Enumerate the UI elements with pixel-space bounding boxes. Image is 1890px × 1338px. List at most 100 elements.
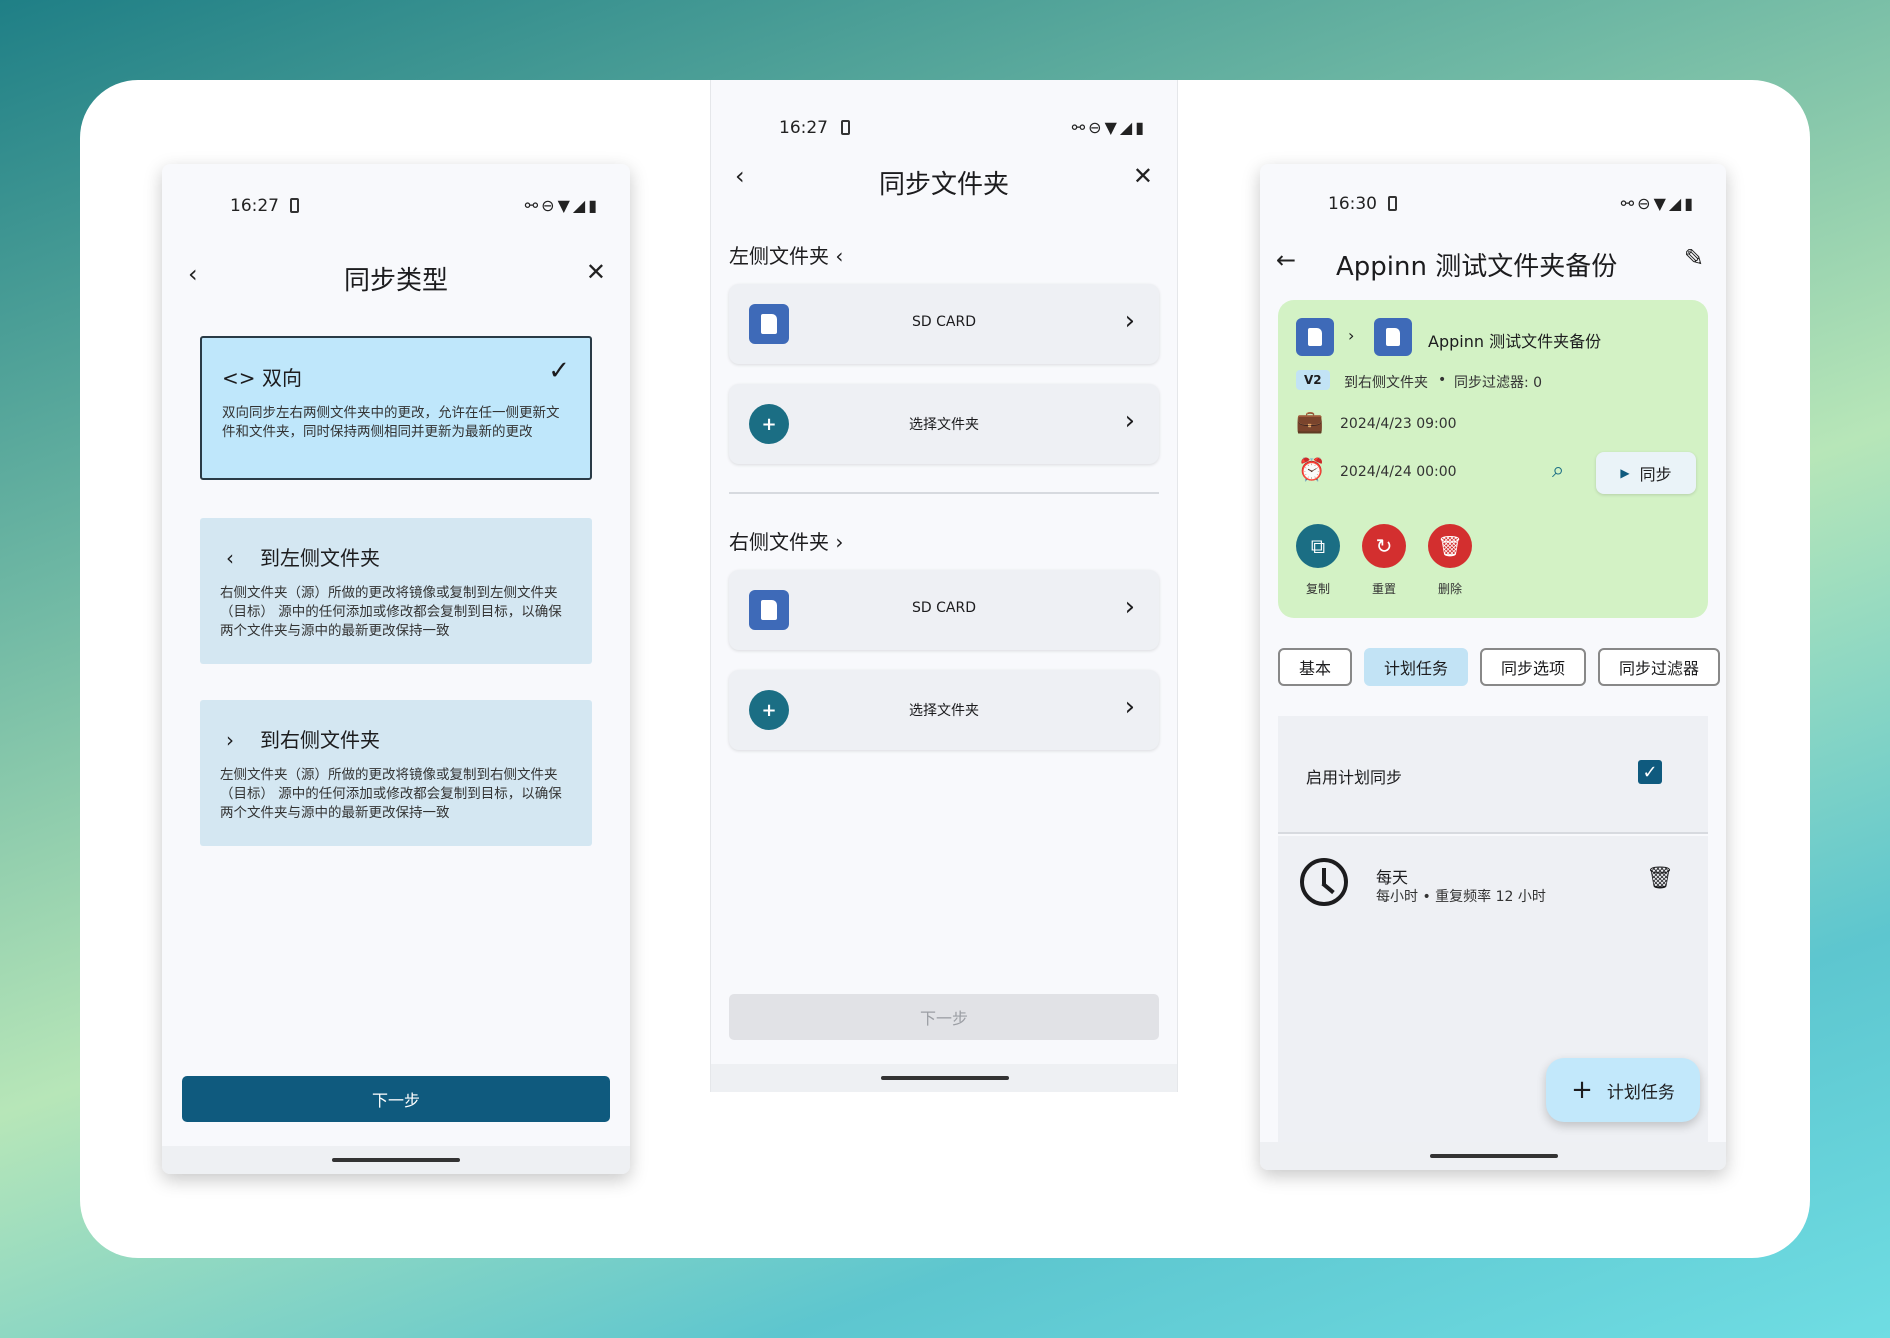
option-desc: 右侧文件夹（源）所做的更改将镜像或复制到左侧文件夹（目标） 源中的任何添加或修改…	[220, 585, 562, 639]
tab-sync-options[interactable]: 同步选项	[1480, 648, 1586, 686]
task-name: Appinn 测试文件夹备份	[1428, 332, 1602, 351]
divider	[729, 492, 1159, 494]
home-indicator[interactable]	[881, 1076, 1009, 1080]
schedule-title: 每天	[1376, 868, 1409, 887]
task-summary-card: › Appinn 测试文件夹备份 V2 到右侧文件夹 • 同步过滤器: 0 💼 …	[1278, 300, 1708, 618]
sd-card-icon	[1296, 318, 1334, 356]
option-to-left[interactable]: ‹ 到左侧文件夹 右侧文件夹（源）所做的更改将镜像或复制到左侧文件夹（目标） 源中…	[200, 518, 592, 664]
search-activity-icon[interactable]: ⌕	[1552, 458, 1564, 483]
page-title: 同步类型	[343, 266, 448, 296]
delete-button[interactable]: 🗑	[1428, 524, 1472, 568]
option-label: 到左侧文件夹	[260, 546, 380, 570]
fab-label: 计划任务	[1606, 1082, 1675, 1103]
page-title: 同步文件夹	[878, 170, 1009, 200]
status-bar: 16:27 ⚯⊖▼◢▮	[162, 186, 630, 226]
back-button[interactable]: ‹	[735, 164, 745, 188]
schedule-subtitle: 每小时 • 重复频率 12 小时	[1376, 889, 1546, 905]
back-arrow-button[interactable]: ←	[1276, 248, 1296, 272]
page-title: Appinn 测试文件夹备份	[1336, 252, 1618, 282]
alarm-icon: ⏰	[1298, 458, 1326, 483]
option-to-right[interactable]: › 到右侧文件夹 左侧文件夹（源）所做的更改将镜像或复制到右侧文件夹（目标） 源中…	[200, 700, 592, 846]
sd-card-icon	[749, 304, 789, 344]
status-icons: ⚯⊖▼◢▮	[1071, 118, 1147, 137]
status-bar: 16:27 ⚯⊖▼◢▮	[711, 108, 1177, 148]
tab-schedule[interactable]: 计划任务	[1364, 648, 1468, 686]
showcase-card: 16:27 ⚯⊖▼◢▮ ‹ 同步类型 ✕ <> 双向 ✓ 双向同步左右两侧文件夹中…	[80, 80, 1810, 1258]
status-icons: ⚯⊖▼◢▮	[1620, 194, 1696, 213]
right-sd-card-row[interactable]: SD CARD ›	[729, 570, 1159, 650]
row-label: 选择文件夹	[909, 703, 979, 719]
chevron-right-icon: ›	[1124, 306, 1135, 336]
left-folder-section: 左侧文件夹 ‹	[729, 240, 843, 269]
reset-button[interactable]: ↻	[1362, 524, 1406, 568]
section-title: 右侧文件夹	[729, 530, 829, 554]
last-sync-time: 2024/4/23 09:00	[1340, 416, 1457, 432]
enable-schedule-label: 启用计划同步	[1306, 768, 1403, 787]
phone-task-detail: 16:30 ⚯⊖▼◢▮ ← Appinn 测试文件夹备份 ✎ › Appinn …	[1260, 164, 1726, 1170]
left-sd-card-row[interactable]: SD CARD ›	[729, 284, 1159, 364]
status-bar: 16:30 ⚯⊖▼◢▮	[1260, 184, 1726, 224]
play-icon: ▶	[1620, 466, 1630, 480]
option-bidirectional[interactable]: <> 双向 ✓ 双向同步左右两侧文件夹中的更改，允许在任一侧更新文件和文件夹，同时…	[200, 336, 592, 480]
chevron-left-icon: ‹	[226, 546, 234, 570]
option-label: 到右侧文件夹	[260, 728, 380, 752]
chevron-right-icon: ›	[1124, 592, 1135, 622]
status-time: 16:30	[1328, 194, 1377, 214]
phone-sync-type: 16:27 ⚯⊖▼◢▮ ‹ 同步类型 ✕ <> 双向 ✓ 双向同步左右两侧文件夹中…	[162, 164, 630, 1174]
enable-schedule-checkbox[interactable]: ✓	[1638, 760, 1662, 784]
close-button[interactable]: ✕	[586, 260, 606, 284]
option-desc: 双向同步左右两侧文件夹中的更改，允许在任一侧更新文件和文件夹，同时保持两侧相同并…	[222, 405, 560, 440]
reset-icon: ↻	[1375, 534, 1393, 558]
delete-icon: 🗑	[1437, 534, 1463, 558]
add-folder-icon: +	[749, 690, 789, 730]
chevron-right-icon: ›	[1348, 326, 1355, 345]
sim-icon	[290, 198, 299, 213]
close-button[interactable]: ✕	[1133, 164, 1153, 188]
chevron-right-icon: ›	[835, 530, 844, 554]
sd-card-icon	[749, 590, 789, 630]
chevron-left-icon: ‹	[835, 244, 844, 268]
sim-icon	[1388, 196, 1397, 211]
phone-sync-folders: 16:27 ⚯⊖▼◢▮ ‹ 同步文件夹 ✕ 左侧文件夹 ‹ SD CARD › …	[710, 80, 1178, 1092]
home-indicator[interactable]	[332, 1158, 460, 1162]
edit-button[interactable]: ✎	[1684, 246, 1704, 270]
row-label: SD CARD	[912, 600, 976, 616]
filter-count: 同步过滤器: 0	[1454, 375, 1543, 391]
next-button[interactable]: 下一步	[729, 994, 1159, 1040]
row-label: 选择文件夹	[909, 417, 979, 433]
copy-button[interactable]: ⧉	[1296, 524, 1340, 568]
sd-card-icon	[1374, 318, 1412, 356]
trash-icon[interactable]: 🗑	[1646, 866, 1674, 891]
add-schedule-fab[interactable]: + 计划任务	[1546, 1058, 1700, 1122]
status-time: 16:27	[779, 118, 828, 138]
tab-sync-filter[interactable]: 同步过滤器	[1598, 648, 1720, 686]
next-button[interactable]: 下一步	[182, 1076, 610, 1122]
plus-icon: +	[1571, 1075, 1593, 1105]
dot-separator: •	[1438, 372, 1447, 388]
tab-basic[interactable]: 基本	[1278, 648, 1352, 686]
right-folder-section: 右侧文件夹 ›	[729, 526, 843, 555]
sync-direction: 到右侧文件夹	[1344, 375, 1428, 391]
back-button[interactable]: ‹	[188, 262, 198, 286]
chevron-right-icon: ›	[1124, 692, 1135, 722]
status-time: 16:27	[230, 196, 279, 216]
row-label: SD CARD	[912, 314, 976, 330]
enable-schedule-row[interactable]: 启用计划同步 ✓	[1278, 716, 1708, 834]
right-select-folder-row[interactable]: + 选择文件夹 ›	[729, 670, 1159, 750]
next-sync-time: 2024/4/24 00:00	[1340, 464, 1457, 480]
chevron-right-icon: ›	[226, 728, 234, 752]
sync-label: 同步	[1639, 465, 1672, 484]
reset-label: 重置	[1371, 582, 1396, 596]
home-indicator[interactable]	[1430, 1154, 1558, 1158]
option-desc: 左侧文件夹（源）所做的更改将镜像或复制到右侧文件夹（目标） 源中的任何添加或修改…	[220, 767, 562, 821]
option-label: 双向	[262, 366, 302, 390]
version-badge: V2	[1296, 370, 1330, 390]
add-folder-icon: +	[749, 404, 789, 444]
copy-icon: ⧉	[1310, 534, 1326, 558]
code-icon: <>	[222, 366, 256, 390]
delete-label: 删除	[1437, 582, 1462, 596]
sync-button[interactable]: ▶ 同步	[1596, 452, 1696, 494]
left-select-folder-row[interactable]: + 选择文件夹 ›	[729, 384, 1159, 464]
section-title: 左侧文件夹	[729, 244, 829, 268]
chevron-right-icon: ›	[1124, 406, 1135, 436]
